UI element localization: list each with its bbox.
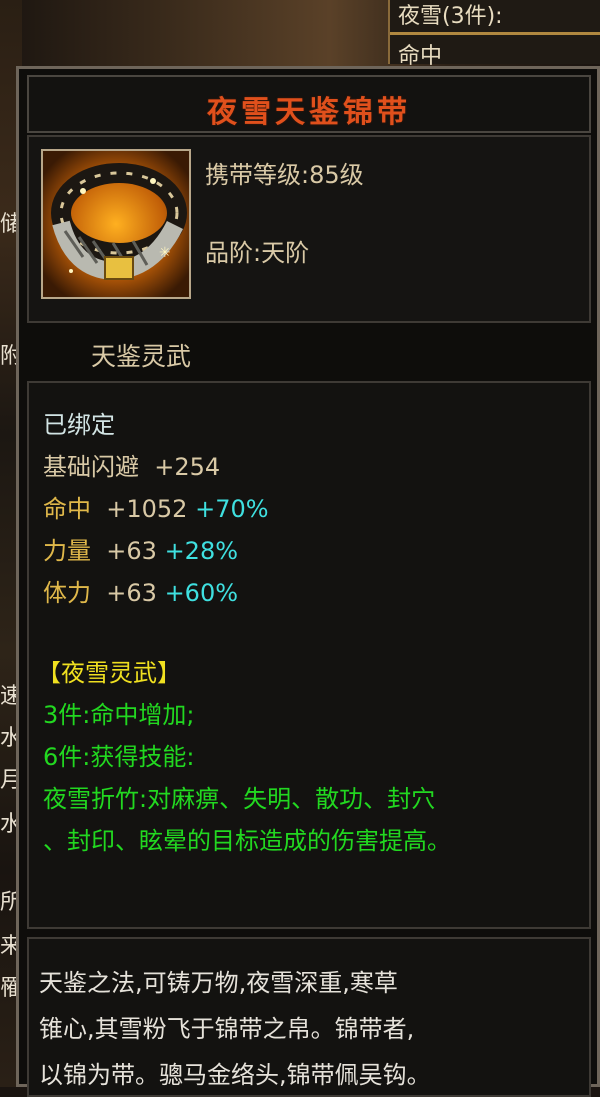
stat-bonus: +60% bbox=[164, 579, 239, 607]
item-name: 夜雪天鉴锦带 bbox=[207, 95, 411, 130]
stat-label: 体力 bbox=[43, 579, 91, 607]
grade-value: 天阶 bbox=[261, 239, 310, 267]
stat-value: +63 bbox=[106, 579, 157, 607]
set-bonus-3-piece: 3件:命中增加; bbox=[43, 701, 195, 729]
stat-row: 命中 +1052 +70% bbox=[43, 489, 269, 524]
base-attribute: 基础闪避 +254 bbox=[43, 447, 220, 482]
stat-label: 命中 bbox=[43, 495, 91, 523]
base-attr-value: +254 bbox=[154, 453, 221, 481]
stat-value: +63 bbox=[106, 537, 157, 565]
item-grade: 品阶:天阶 bbox=[205, 233, 309, 268]
divider bbox=[390, 32, 600, 35]
lore-line: 以锦为带。骢马金络头,锦带佩吴钩。 bbox=[39, 1061, 431, 1089]
grade-label: 品阶: bbox=[205, 239, 262, 267]
bound-status: 已绑定 bbox=[43, 411, 115, 439]
item-tooltip: 夜雪天鉴锦带 ✳ 携带等级:85级 品阶:天阶 天鉴灵武 已绑定 基础闪避 +2… bbox=[16, 66, 600, 1097]
stat-label: 力量 bbox=[43, 537, 91, 565]
level-label: 携带等级: bbox=[205, 161, 310, 189]
stat-bonus: +28% bbox=[164, 537, 239, 565]
set-info-panel: 夜雪(3件): 命中 bbox=[388, 0, 600, 69]
set-bonus-title: 【夜雪灵武】 bbox=[37, 659, 181, 687]
stat-value: +1052 bbox=[106, 495, 188, 523]
set-name: 天鉴灵武 bbox=[91, 342, 192, 371]
set-skill-description: 、封印、眩晕的目标造成的伤害提高。 bbox=[43, 827, 451, 855]
stat-row: 力量 +63 +28% bbox=[43, 531, 238, 566]
level-requirement: 携带等级:85级 bbox=[205, 155, 364, 190]
set-bonus-6-piece: 6件:获得技能: bbox=[43, 743, 195, 771]
item-title-bar: 夜雪天鉴锦带 bbox=[27, 75, 591, 133]
svg-text:✳: ✳ bbox=[159, 245, 171, 261]
attributes-panel: 已绑定 基础闪避 +254 命中 +1052 +70% 力量 +63 +28% … bbox=[27, 381, 591, 929]
level-value: 85级 bbox=[309, 161, 364, 189]
belt-icon: ✳ bbox=[41, 149, 191, 299]
base-attr-label: 基础闪避 bbox=[43, 453, 139, 481]
set-skill-description: 夜雪折竹:对麻痹、失明、散功、封穴 bbox=[43, 785, 436, 813]
lore-line: 锥心,其雪粉飞于锦带之帛。锦带者, bbox=[39, 1015, 415, 1043]
item-lore: 天鉴之法,可铸万物,夜雪深重,寒草 锥心,其雪粉飞于锦带之帛。锦带者, 以锦为带… bbox=[27, 937, 591, 1097]
stat-bonus: +70% bbox=[195, 495, 269, 523]
stat-row: 体力 +63 +60% bbox=[43, 573, 238, 608]
set-info-title: 夜雪(3件): bbox=[398, 4, 503, 29]
lore-line: 天鉴之法,可铸万物,夜雪深重,寒草 bbox=[39, 969, 398, 997]
item-header: ✳ 携带等级:85级 品阶:天阶 bbox=[27, 135, 591, 323]
